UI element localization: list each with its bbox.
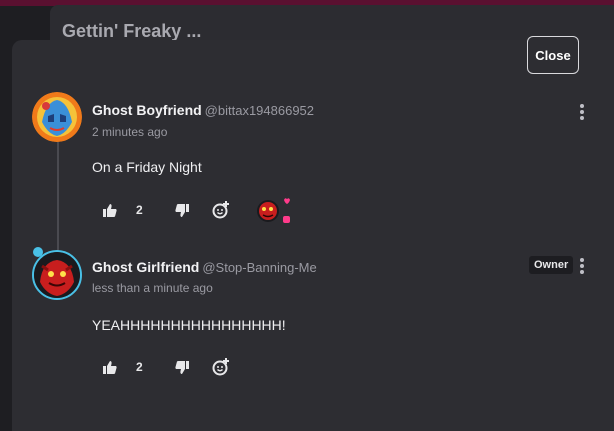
background-post-title: Gettin' Freaky ... [62, 21, 202, 41]
heart-icon [284, 198, 290, 204]
thumbs-up-icon[interactable] [100, 198, 120, 222]
add-reaction-icon[interactable] [210, 355, 232, 379]
comment-timestamp: 2 minutes ago [92, 125, 168, 139]
comment-timestamp: less than a minute ago [92, 281, 213, 295]
comment-author[interactable]: Ghost Boyfriend @bittax194866952 [92, 102, 314, 118]
thumbs-down-icon[interactable] [172, 355, 192, 379]
avatar-ghost-girlfriend[interactable] [32, 250, 82, 300]
reaction-sticker[interactable] [254, 196, 294, 226]
comment-actions: 2 [100, 198, 250, 222]
comment-author[interactable]: Ghost Girlfriend @Stop-Banning-Me [92, 259, 317, 275]
thread-connector-line [57, 140, 59, 252]
author-handle[interactable]: @Stop-Banning-Me [202, 260, 316, 275]
owner-badge: Owner [529, 256, 574, 274]
thumbs-down-icon[interactable] [172, 198, 192, 222]
author-name[interactable]: Ghost Girlfriend [92, 259, 199, 275]
close-button[interactable]: Close [527, 36, 579, 74]
add-reaction-icon[interactable] [210, 198, 232, 222]
thumbs-up-icon[interactable] [100, 355, 120, 379]
comment-body: YEAHHHHHHHHHHHHHHHH! [92, 317, 286, 333]
kebab-menu-icon[interactable] [575, 102, 589, 122]
like-count: 2 [136, 360, 143, 374]
kebab-menu-icon[interactable] [575, 256, 589, 276]
avatar-ghost-boyfriend[interactable] [32, 92, 82, 142]
author-handle[interactable]: @bittax194866952 [205, 103, 314, 118]
comment-body: On a Friday Night [92, 159, 202, 175]
comment-actions: 2 [100, 355, 250, 379]
online-indicator [33, 247, 43, 257]
like-count: 2 [136, 203, 143, 217]
author-name[interactable]: Ghost Boyfriend [92, 102, 202, 118]
